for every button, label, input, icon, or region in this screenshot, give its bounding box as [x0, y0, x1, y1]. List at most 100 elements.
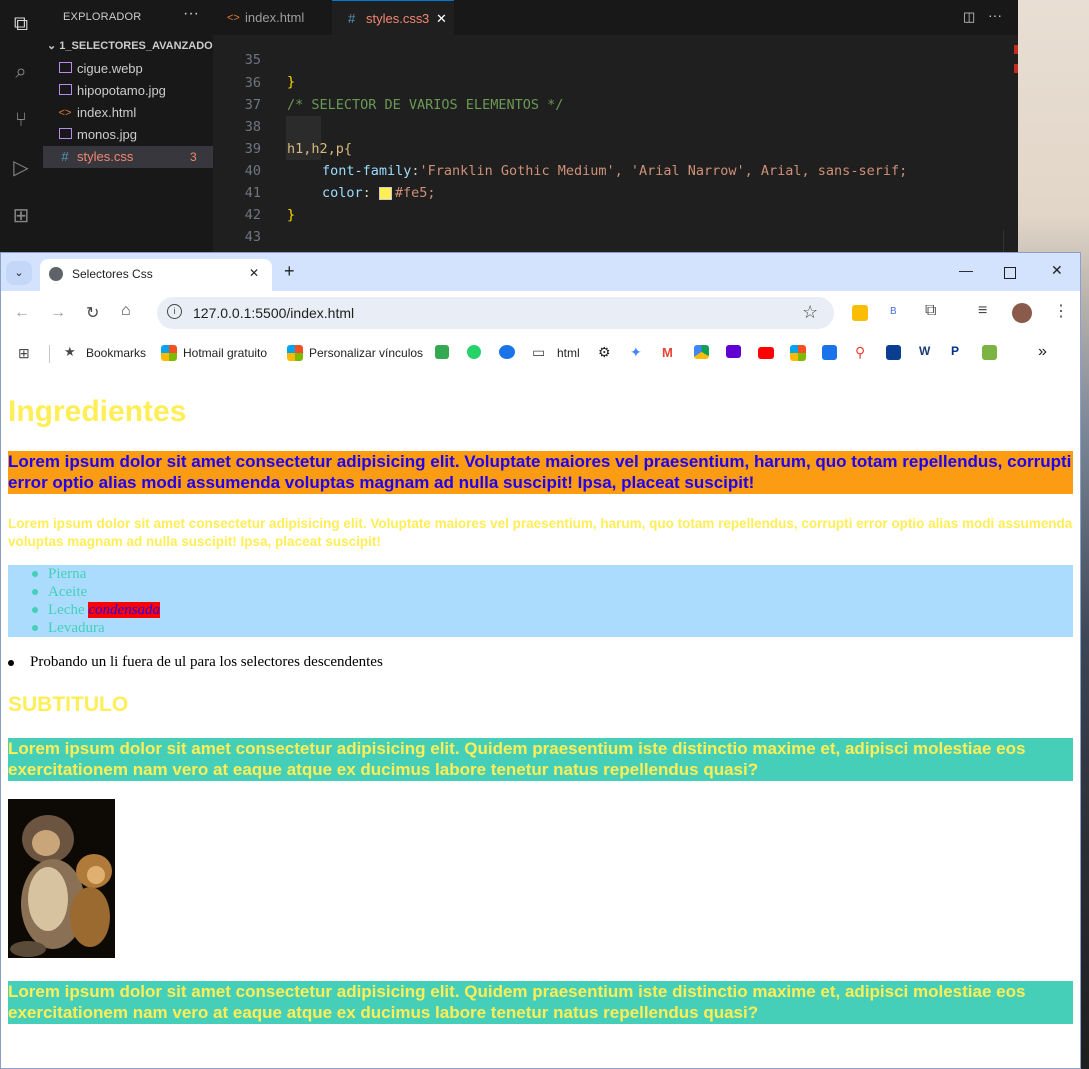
code-line: 38 h1,h2,p{: [244, 119, 353, 157]
extensions-icon[interactable]: ⊞: [9, 204, 33, 228]
file-name: cigue.webp: [77, 61, 143, 76]
chat-icon[interactable]: [435, 345, 449, 359]
site-info-icon[interactable]: i: [167, 304, 182, 319]
gmail-icon[interactable]: M: [662, 345, 673, 360]
file-name: styles.css: [77, 149, 134, 164]
bookmark-star-icon[interactable]: ☆: [802, 302, 818, 323]
explorer-more-button[interactable]: ···: [183, 5, 199, 23]
split-editor-icon[interactable]: ◫: [963, 9, 975, 25]
address-bar[interactable]: i 127.0.0.1:5500/index.html ☆: [157, 297, 834, 329]
chevron-down-icon: ⌄: [47, 40, 60, 52]
browser-toolbar: ← → ↻ ⌂ i 127.0.0.1:5500/index.html ☆ B …: [1, 291, 1080, 335]
search-icon[interactable]: ⌕: [9, 60, 33, 84]
error-marker: [1014, 45, 1018, 54]
browser-window: ⌄ Selectores Css ✕ + — ✕ ← → ↻ ⌂ i 127.0…: [0, 252, 1081, 1069]
code-editor[interactable]: 35 } 36 /* SELECTOR DE VARIOS ELEMENTOS …: [213, 35, 1018, 253]
image-file-icon: [58, 58, 72, 80]
divider: [49, 345, 50, 363]
close-window-button[interactable]: ✕: [1051, 262, 1063, 279]
subtitle: SUBTITULO: [8, 693, 129, 716]
maximize-button[interactable]: [1004, 267, 1016, 279]
file-item[interactable]: cigue.webp: [43, 58, 213, 80]
openai-icon[interactable]: ⚙: [598, 344, 611, 361]
bookmark-html-folder[interactable]: html: [557, 346, 580, 360]
tab-title: Selectores Css: [72, 267, 153, 281]
keep-extension-icon[interactable]: [852, 305, 868, 321]
maps-icon[interactable]: ⚲: [855, 344, 865, 361]
forward-icon[interactable]: →: [50, 304, 66, 322]
file-item[interactable]: <> index.html: [43, 102, 213, 124]
wz-icon[interactable]: W: [919, 344, 930, 358]
run-debug-icon[interactable]: ▷: [9, 156, 33, 180]
code-line: 42: [244, 207, 261, 223]
ingredients-list: Pierna Aceite Leche condensada Levadura: [8, 565, 1073, 637]
bookmark-hotmail[interactable]: Hotmail gratuito: [183, 346, 267, 360]
app-icon[interactable]: [886, 345, 901, 360]
code-line: 40 color: #fe5;: [244, 163, 436, 201]
file-item[interactable]: hipopotamo.jpg: [43, 80, 213, 102]
folder-name: 1_SELECTORES_AVANZADOS: [59, 40, 221, 52]
url-text: 127.0.0.1:5500/index.html: [193, 305, 355, 321]
app-icon[interactable]: [982, 345, 997, 360]
microsoft-icon: [161, 345, 177, 361]
more-actions-icon[interactable]: ···: [988, 7, 1002, 23]
new-tab-button[interactable]: +: [284, 261, 295, 282]
browser-tab[interactable]: Selectores Css ✕: [40, 259, 272, 291]
extension-b-icon[interactable]: B: [890, 306, 897, 317]
image-file-icon: [58, 80, 72, 102]
activity-bar: ⧉ ⌕ ⑂ ▷ ⊞: [0, 0, 43, 253]
close-tab-icon[interactable]: ✕: [249, 266, 259, 280]
back-icon[interactable]: ←: [14, 304, 30, 322]
yahoo-mail-icon[interactable]: [726, 345, 741, 358]
bookmark-personalizar[interactable]: Personalizar vínculos: [309, 346, 423, 360]
paragraph-orange: Lorem ipsum dolor sit amet consectetur a…: [8, 451, 1073, 494]
folder-header[interactable]: ⌄ 1_SELECTORES_AVANZADOS: [47, 39, 220, 52]
youtube-icon[interactable]: [758, 347, 774, 359]
file-name: monos.jpg: [77, 127, 137, 142]
extensions-puzzle-icon[interactable]: ⧉: [925, 302, 936, 320]
media-control-icon[interactable]: ≡: [978, 302, 987, 320]
avatar[interactable]: [1012, 303, 1032, 323]
menu-icon[interactable]: ⋮: [1053, 301, 1069, 321]
condensada-highlight: condensada: [88, 602, 161, 618]
code-line: 39 font-family:'Franklin Gothic Medium',…: [244, 141, 908, 179]
star-icon: ★: [64, 344, 76, 359]
globe-icon: [49, 267, 63, 281]
page-content: Ingredientes Lorem ipsum dolor sit amet …: [1, 373, 1080, 1068]
whatsapp-icon[interactable]: [467, 345, 481, 359]
file-item[interactable]: monos.jpg: [43, 124, 213, 146]
tab-search-button[interactable]: ⌄: [6, 261, 32, 285]
paragraph-teal: Lorem ipsum dolor sit amet consectetur a…: [8, 981, 1073, 1024]
minimize-button[interactable]: —: [959, 262, 973, 278]
browser-titlebar: ⌄ Selectores Css ✕ + — ✕: [1, 253, 1080, 291]
office-icon[interactable]: [790, 345, 806, 361]
reload-icon[interactable]: ↻: [86, 303, 99, 323]
source-control-icon[interactable]: ⑂: [9, 108, 33, 132]
image-file-icon: [58, 124, 72, 146]
calendar-icon[interactable]: [822, 345, 837, 360]
bookmark-bookmarks[interactable]: Bookmarks: [86, 346, 146, 360]
code-line: 41 }: [244, 185, 296, 223]
code-line: 43: [244, 229, 261, 245]
gemini-icon[interactable]: ✦: [630, 344, 642, 361]
file-item-selected[interactable]: # styles.css 3: [43, 146, 213, 168]
messages-icon[interactable]: [499, 345, 515, 359]
microsoft-icon: [287, 345, 303, 361]
page-heading: Ingredientes: [8, 395, 187, 428]
code-line: 35 }: [244, 52, 296, 90]
error-marker: [1014, 64, 1018, 73]
more-bookmarks-button[interactable]: »: [1038, 343, 1047, 361]
apps-grid-icon[interactable]: ⊞: [18, 345, 30, 362]
list-item: Pierna: [32, 565, 86, 583]
scrollbar[interactable]: [1003, 230, 1018, 253]
list-item: Leche condensada: [32, 601, 161, 619]
problems-badge: 3: [190, 150, 197, 164]
home-icon[interactable]: ⌂: [121, 302, 131, 320]
outside-list-item: Probando un li fuera de ul para los sele…: [8, 654, 383, 671]
paypal-icon[interactable]: P: [951, 344, 959, 358]
drive-icon[interactable]: [694, 345, 709, 359]
file-name: hipopotamo.jpg: [77, 83, 166, 98]
css-file-icon: #: [61, 149, 69, 164]
files-icon[interactable]: ⧉: [9, 12, 33, 36]
explorer-title: EXPLORADOR: [63, 11, 142, 23]
